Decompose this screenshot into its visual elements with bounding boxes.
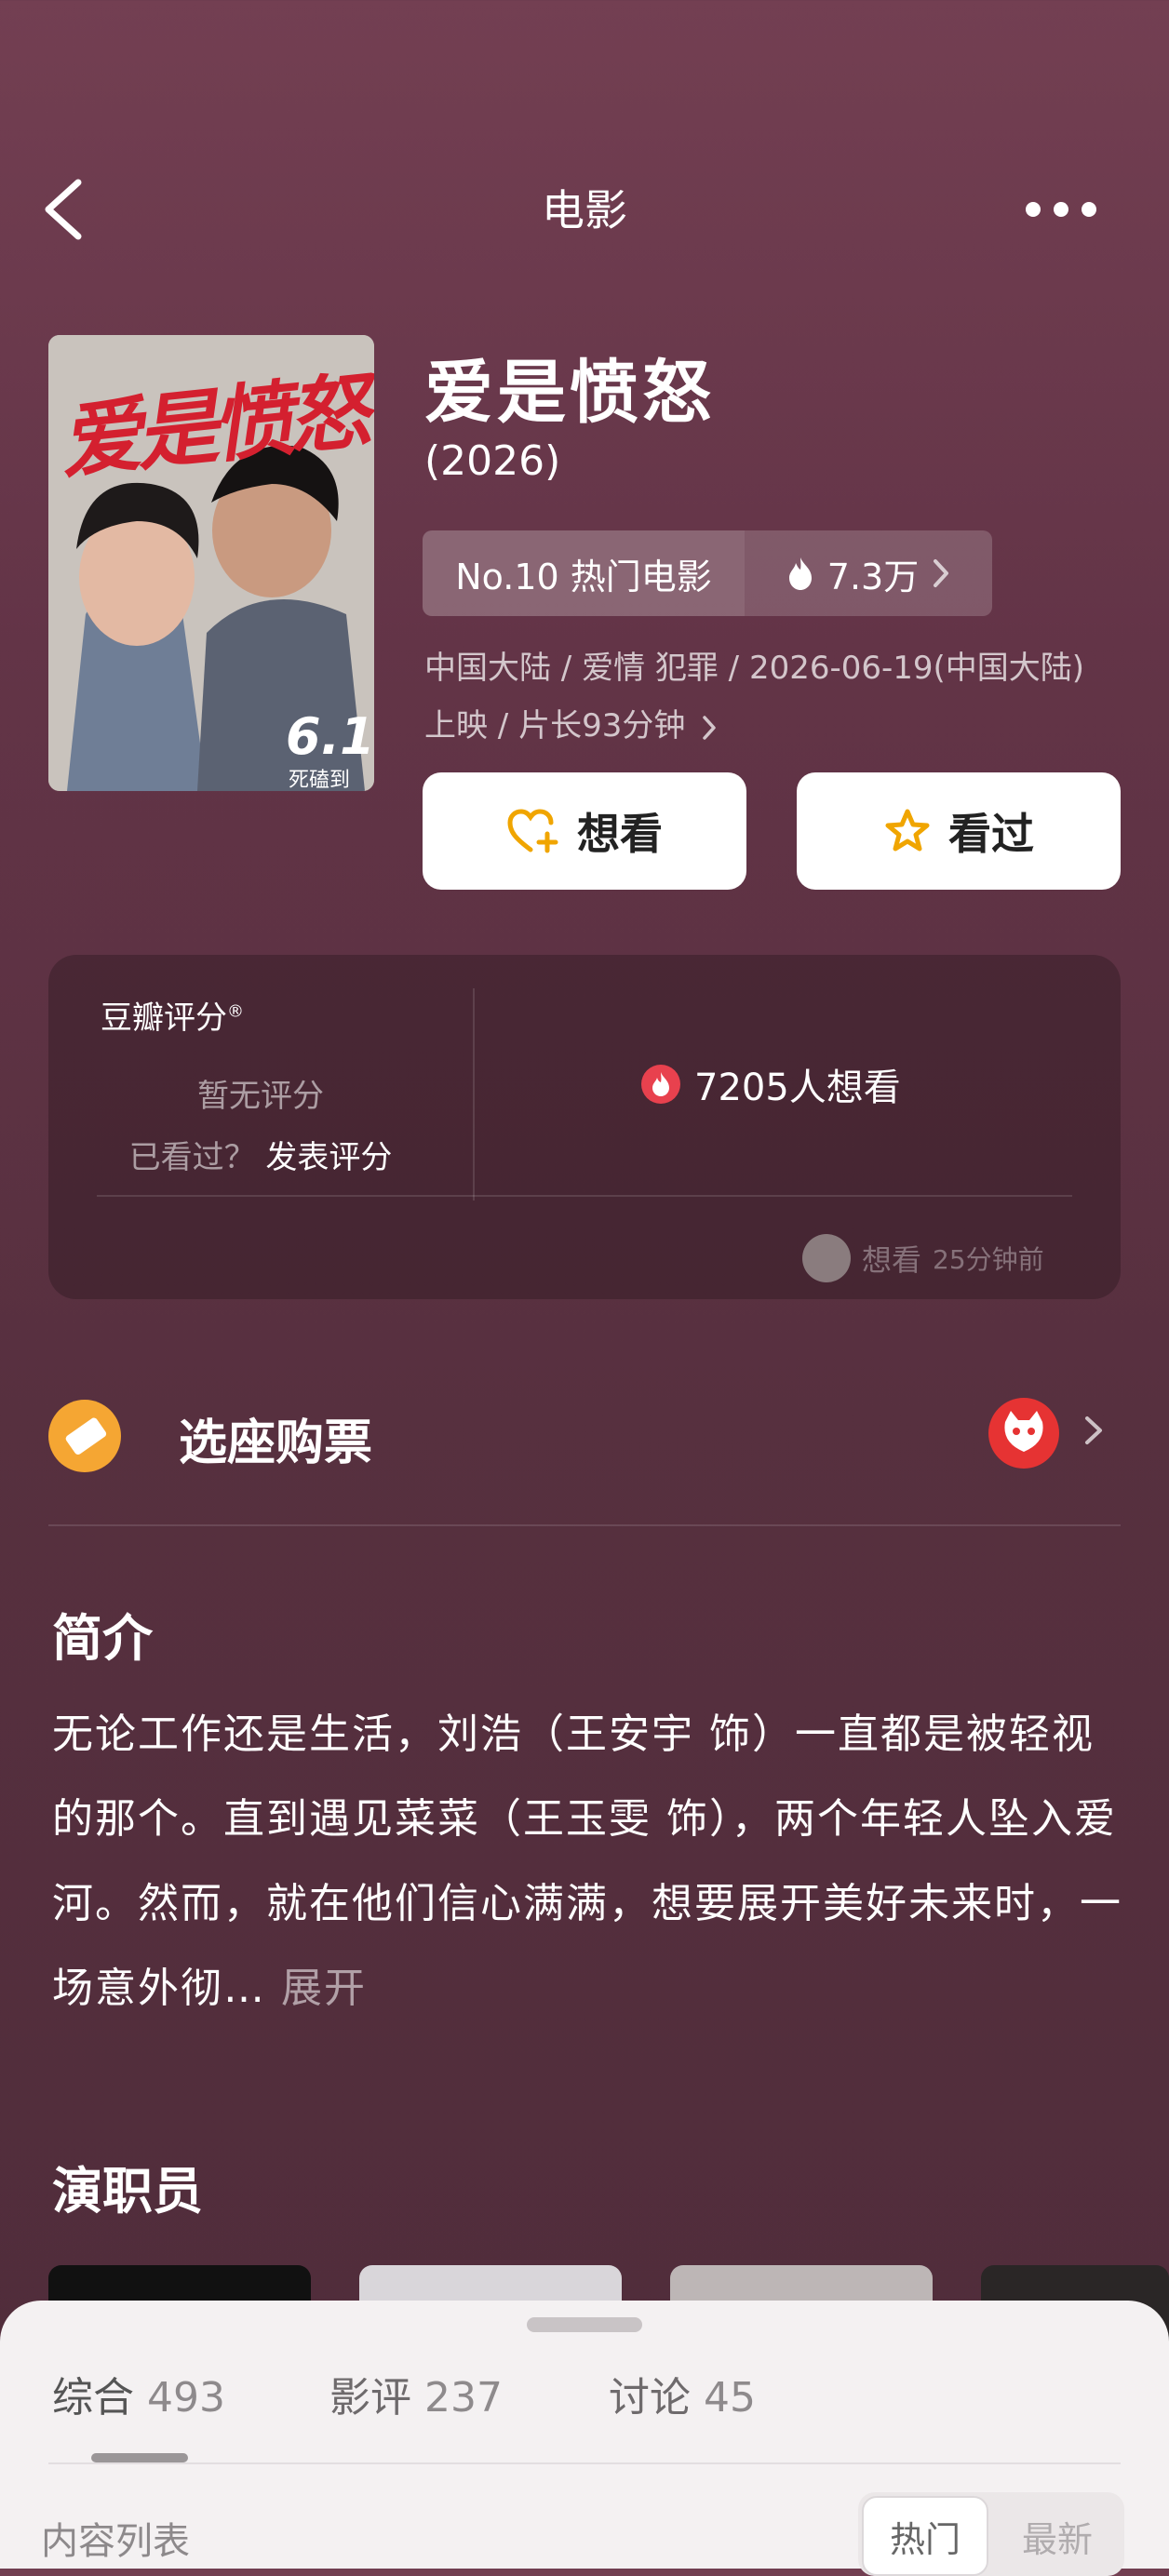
movie-poster[interactable]: 爱是愤怒 6.19 死磕到底! [48, 335, 374, 791]
chevron-right-icon [1085, 1416, 1102, 1444]
flame-icon [788, 557, 812, 590]
chevron-right-icon [934, 559, 949, 587]
page-title: 电影 [542, 185, 627, 235]
synopsis-text: 无论工作还是生活，刘浩（王安宇 饰）一直都是被轻视的那个。直到遇见菜菜（王玉雯 … [52, 1711, 1122, 2012]
poster-tagline: 死磕到底! [289, 769, 351, 791]
divider [48, 2462, 1121, 2464]
heat-value: 7.3万 [826, 556, 920, 597]
cast-title: 演职员 [52, 2162, 203, 2220]
heat-indicator: 7.3万 [745, 530, 992, 616]
want-count: 7205人想看 [640, 1057, 901, 1111]
content-bottom-sheet[interactable]: 综合 493 影评 237 讨论 45 内容列表 热门 最新 [0, 2301, 1169, 2576]
seen-prompt: 已看过？ 发表评分 [128, 1139, 393, 1176]
douban-rating-label: 豆瓣评分® [101, 1000, 244, 1037]
content-list-label: 内容列表 [41, 2520, 190, 2563]
tab-overview[interactable]: 综合 493 [52, 2364, 225, 2423]
movie-title: 爱是愤怒 [424, 353, 715, 433]
ranking-chip[interactable]: No.10 热门电影 7.3万 [423, 530, 992, 616]
sort-hot-button[interactable]: 热门 [862, 2496, 988, 2576]
activity-action: 想看 [862, 1242, 922, 1278]
flame-icon [641, 1065, 680, 1104]
avatar [802, 1234, 851, 1282]
heart-plus-icon [507, 809, 558, 853]
sort-new-button[interactable]: 最新 [994, 2496, 1121, 2576]
movie-meta-text: 上映 / 片长93分钟 [424, 707, 686, 745]
buy-tickets-row[interactable]: 选座购票 [48, 1387, 1121, 1480]
poster-date: 6.19 [286, 707, 374, 766]
watched-label: 看过 [948, 809, 1034, 859]
divider [48, 1524, 1121, 1526]
active-tab-indicator [91, 2453, 188, 2462]
expand-synopsis-link[interactable]: 展开 [281, 1965, 367, 2012]
tab-reviews[interactable]: 影评 237 [329, 2364, 503, 2423]
activity-time: 25分钟前 [933, 1244, 1044, 1275]
want-count-text: 7205人想看 [694, 1067, 901, 1109]
drag-handle[interactable] [527, 2317, 642, 2332]
maoyan-cat-icon [988, 1398, 1059, 1469]
chevron-right-icon [703, 715, 716, 740]
rating-card: 豆瓣评分® 暂无评分 已看过？ 发表评分 7205人想看 想看 25分钟前 [48, 955, 1121, 1299]
more-dots-icon [1026, 202, 1096, 217]
movie-meta-line2[interactable]: 上映 / 片长93分钟 [424, 700, 718, 745]
movie-meta-line1: 中国大陆 / 爱情 犯罪 / 2026-06-19(中国大陆) [424, 650, 1085, 687]
star-icon [885, 809, 930, 852]
buy-tickets-label: 选座购票 [179, 1415, 373, 1471]
post-rating-link[interactable]: 发表评分 [265, 1139, 392, 1176]
sort-toggle: 热门 最新 [858, 2492, 1124, 2576]
more-button[interactable] [1014, 181, 1108, 237]
no-rating-text: 暂无评分 [197, 1078, 324, 1115]
ranking-label: No.10 热门电影 [423, 530, 745, 616]
ticket-icon [48, 1400, 121, 1472]
watched-button[interactable]: 看过 [797, 772, 1121, 890]
divider [97, 1195, 1072, 1197]
movie-year: (2026) [424, 437, 561, 485]
recent-activity: 想看 25分钟前 [802, 1234, 1044, 1282]
want-to-watch-button[interactable]: 想看 [423, 772, 746, 890]
want-to-watch-label: 想看 [577, 809, 663, 859]
synopsis-title: 简介 [52, 1609, 153, 1668]
tab-discussions[interactable]: 讨论 45 [609, 2364, 756, 2423]
divider [473, 988, 475, 1201]
